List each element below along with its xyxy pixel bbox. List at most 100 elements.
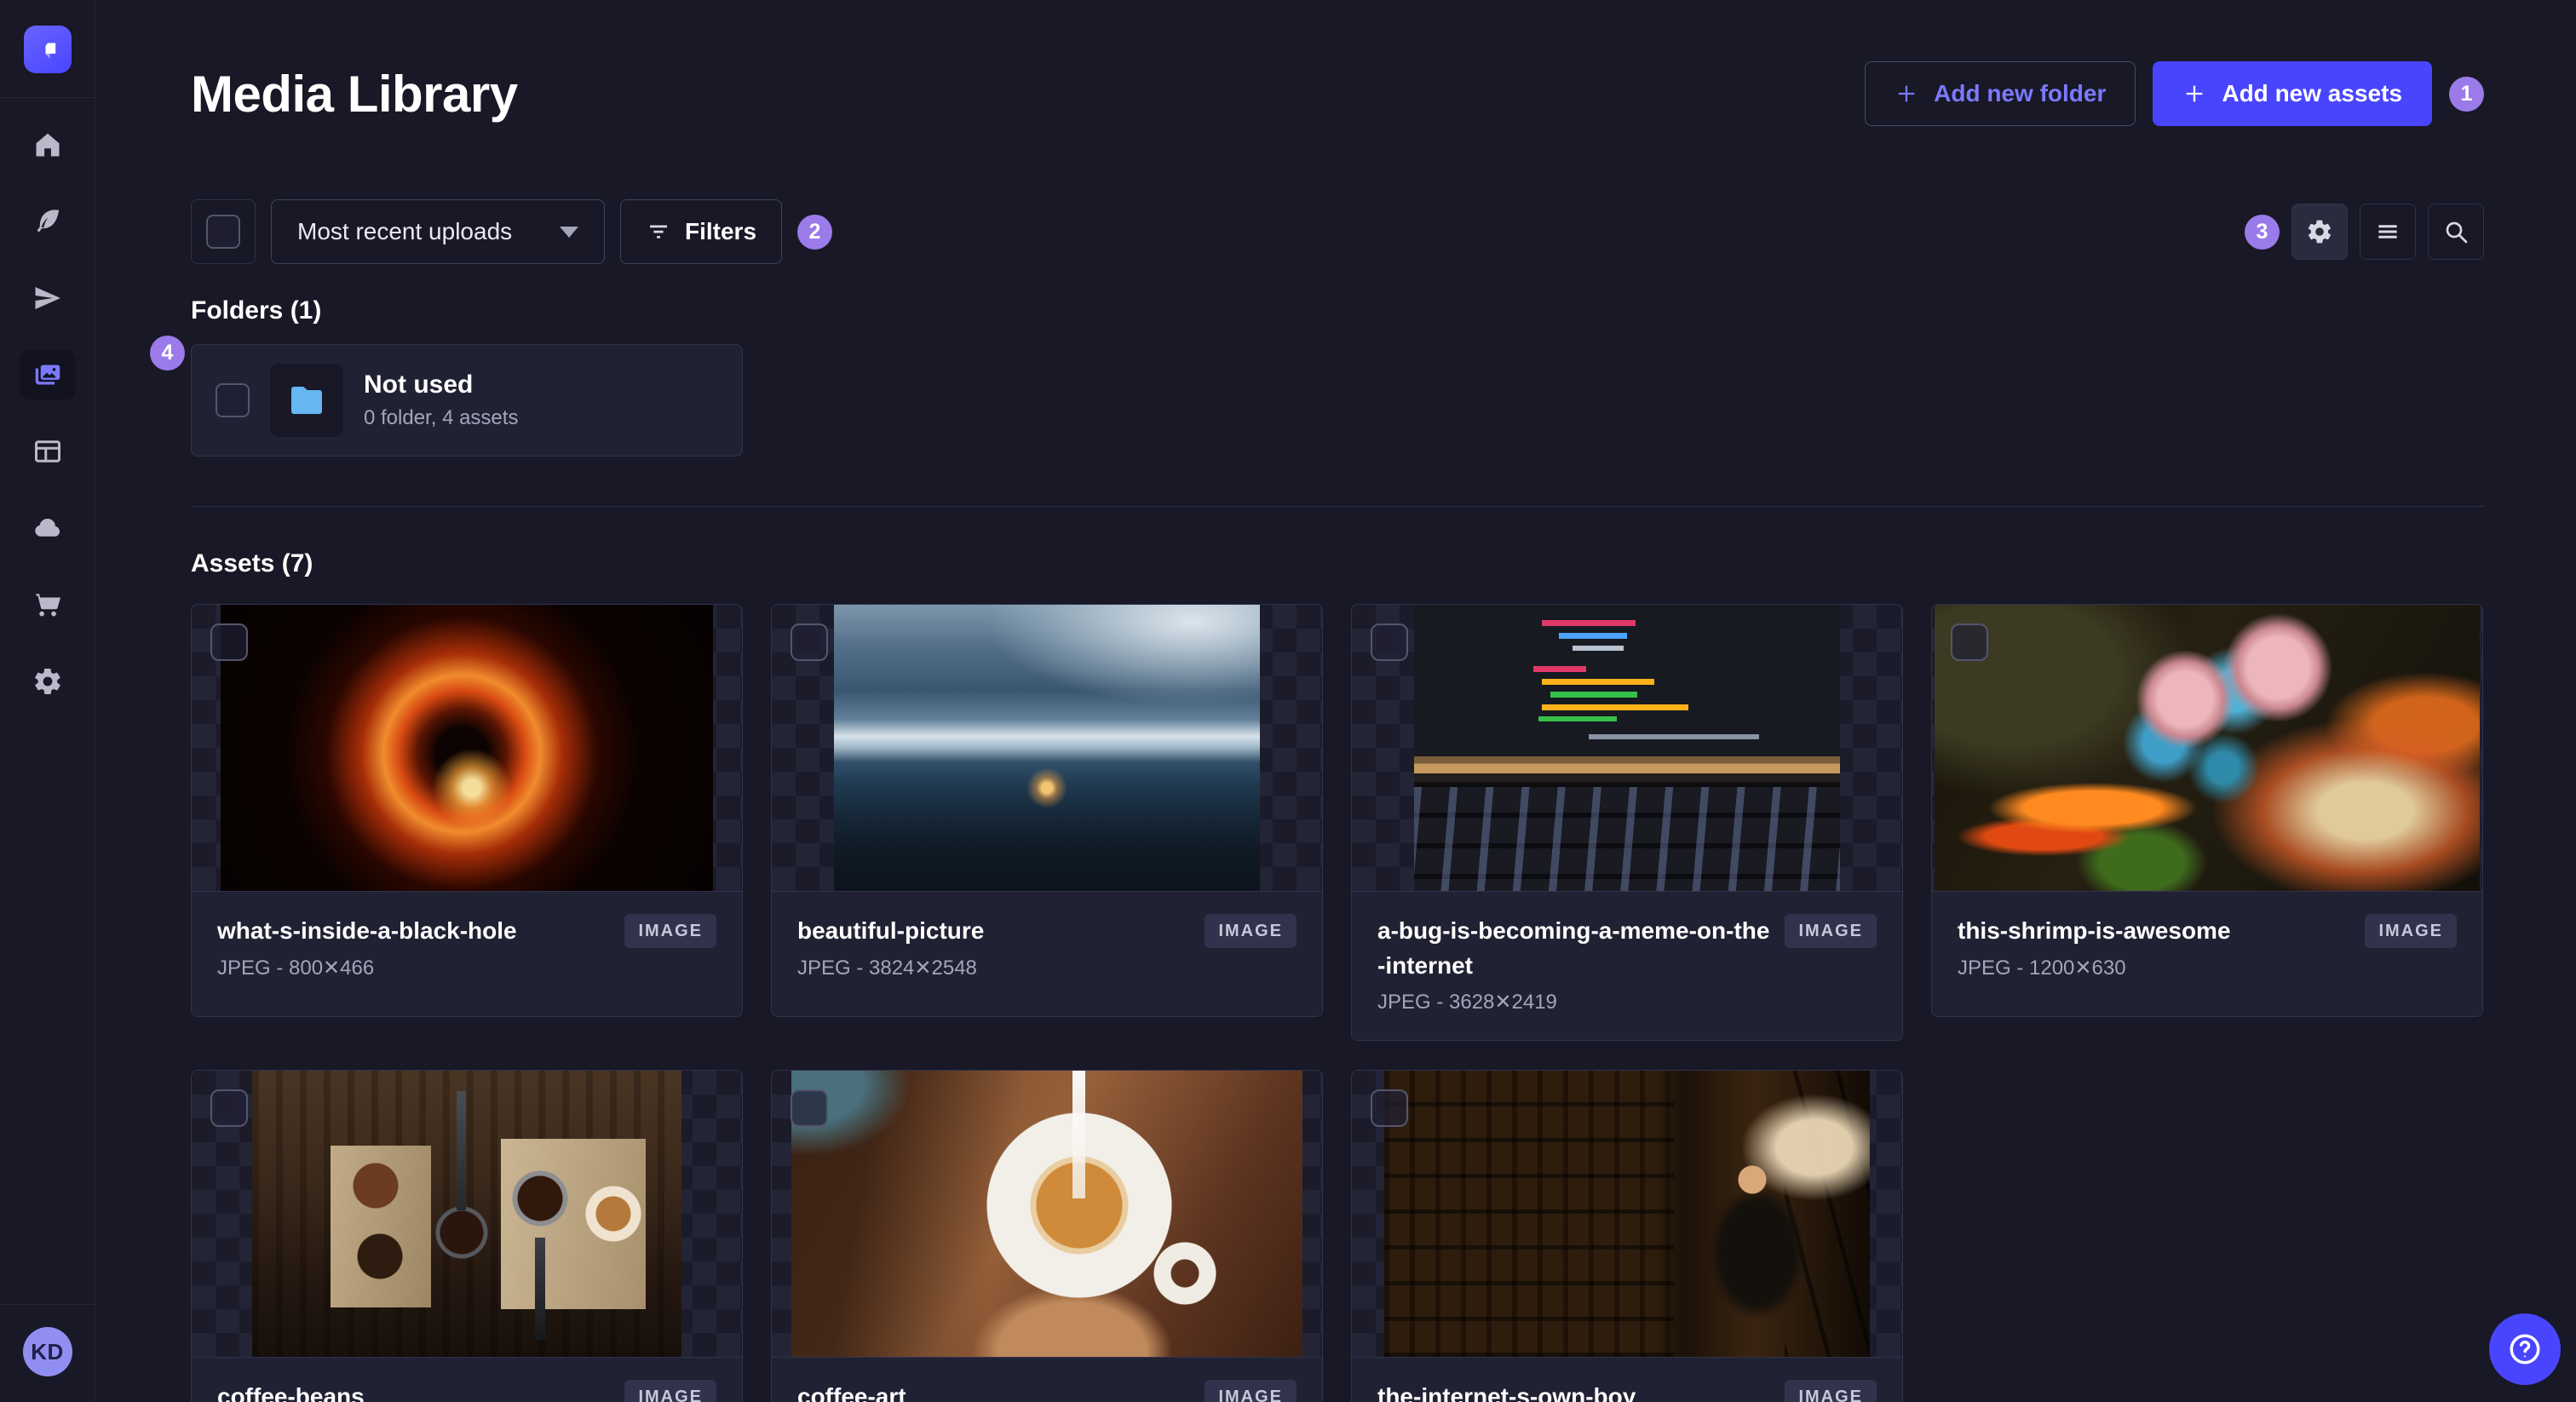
sidebar-item-settings[interactable] [20, 657, 76, 706]
asset-card-black-hole[interactable]: what-s-inside-a-black-hole JPEG - 800✕46… [191, 604, 743, 1017]
add-new-assets-button[interactable]: Add new assets [2153, 61, 2432, 126]
asset-thumbnail [1352, 1071, 1902, 1358]
sidebar-item-releases[interactable] [20, 273, 76, 323]
asset-checkbox[interactable] [791, 1089, 828, 1128]
asset-card-shrimp[interactable]: this-shrimp-is-awesome JPEG - 1200✕630 I… [1931, 604, 2483, 1017]
add-new-folder-label: Add new folder [1934, 80, 2107, 106]
asset-meta: JPEG - 3824✕2548 [797, 956, 977, 980]
list-view-button[interactable] [2360, 204, 2416, 260]
select-all-box[interactable] [191, 199, 256, 264]
sidebar-item-deploy[interactable] [20, 503, 76, 553]
folders-heading: Folders (1) [191, 296, 322, 325]
asset-thumbnail [192, 1071, 742, 1358]
asset-thumbnail [772, 605, 1322, 891]
sidebar: KD [0, 0, 95, 1402]
asset-checkbox[interactable] [1951, 623, 1988, 661]
filters-button[interactable]: Filters [620, 199, 782, 264]
asset-checkbox[interactable] [1371, 623, 1408, 661]
asset-type-badge: IMAGE [1205, 1380, 1297, 1402]
sort-dropdown[interactable]: Most recent uploads [271, 199, 605, 264]
folder-text: Not used 0 folder, 4 assets [364, 371, 518, 430]
asset-title: beautiful-picture [797, 917, 985, 944]
help-button[interactable] [2489, 1313, 2561, 1385]
asset-type-badge: IMAGE [1785, 1380, 1877, 1402]
cart-icon [32, 589, 63, 620]
asset-image-coffee-beans [252, 1071, 681, 1358]
gear-icon [2306, 218, 2333, 245]
page-header: Media Library Add new folder Add new ass… [191, 0, 2484, 126]
strapi-logo-icon[interactable] [23, 26, 72, 73]
asset-info: the-internet-s-own-boy JPEG - 1200✕707 I… [1352, 1357, 1902, 1402]
asset-meta: JPEG - 1200✕630 [1958, 956, 2126, 980]
asset-checkbox[interactable] [210, 1089, 248, 1128]
search-button[interactable] [2428, 204, 2484, 260]
assets-section: Assets (7) what-s-inside-a-black-hole JP… [191, 549, 2484, 1402]
asset-meta: JPEG - 3628✕2419 [1377, 991, 1557, 1014]
folder-icon [291, 387, 322, 414]
folder-card[interactable]: Not used 0 folder, 4 assets [191, 344, 743, 457]
sidebar-item-home[interactable] [20, 120, 76, 170]
avatar[interactable]: KD [22, 1327, 72, 1376]
asset-checkbox[interactable] [791, 623, 828, 661]
asset-checkbox[interactable] [210, 623, 248, 661]
gear-icon [32, 666, 63, 697]
tour-step-badge-4: 4 [150, 336, 185, 371]
sidebar-divider [0, 97, 95, 98]
asset-card-code[interactable]: a-bug-is-becoming-a-meme-on-the-internet… [1351, 604, 1903, 1042]
filters-label: Filters [684, 218, 757, 244]
asset-checkbox[interactable] [1371, 1089, 1408, 1128]
asset-image-library [1384, 1071, 1870, 1358]
asset-info: this-shrimp-is-awesome JPEG - 1200✕630 I… [1932, 891, 2482, 1016]
asset-info: coffee-beans JPEG - 5021✕3347 IMAGE [192, 1357, 742, 1402]
tour-step-badge-2: 2 [797, 214, 832, 250]
asset-info: a-bug-is-becoming-a-meme-on-the-internet… [1352, 891, 1902, 1041]
asset-image-mountains [834, 605, 1260, 891]
folder-name: Not used [364, 371, 474, 399]
select-all-checkbox[interactable] [206, 215, 240, 249]
section-divider [191, 506, 2484, 507]
sidebar-nav [0, 120, 95, 706]
asset-image-code [1414, 605, 1840, 891]
main-content: Media Library Add new folder Add new ass… [95, 0, 2576, 1402]
asset-meta: JPEG - 800✕466 [217, 956, 375, 980]
assets-heading: Assets (7) [191, 549, 313, 577]
asset-title: a-bug-is-becoming-a-meme-on-the-internet [1377, 917, 1770, 979]
asset-image-coffee-art [791, 1071, 1302, 1358]
filter-icon [649, 225, 667, 238]
asset-thumbnail [192, 605, 742, 891]
asset-info: beautiful-picture JPEG - 3824✕2548 IMAGE [772, 891, 1322, 1016]
asset-card-library[interactable]: the-internet-s-own-boy JPEG - 1200✕707 I… [1351, 1070, 1903, 1402]
sidebar-item-content-type-builder[interactable] [20, 427, 76, 476]
asset-type-badge: IMAGE [1785, 914, 1877, 948]
settings-button[interactable] [2291, 204, 2348, 260]
feather-icon [32, 206, 63, 237]
toolbar-right: 3 [2245, 204, 2484, 260]
sidebar-item-media-library[interactable] [19, 350, 76, 399]
asset-card-coffee-beans[interactable]: coffee-beans JPEG - 5021✕3347 IMAGE [191, 1070, 743, 1402]
header-actions: Add new folder Add new assets 1 [1865, 61, 2484, 126]
tour-step-badge-1: 1 [2449, 76, 2484, 112]
add-new-folder-button[interactable]: Add new folder [1865, 61, 2136, 126]
asset-card-coffee-art[interactable]: coffee-art JPEG - 5824✕3259 IMAGE [771, 1070, 1323, 1402]
tour-step-badge-3: 3 [2245, 214, 2280, 250]
sidebar-divider-bottom [0, 1304, 95, 1305]
cloud-icon [32, 513, 63, 543]
asset-image-black-hole [221, 605, 713, 891]
sidebar-item-content[interactable] [20, 197, 76, 246]
asset-card-mountains[interactable]: beautiful-picture JPEG - 3824✕2548 IMAGE [771, 604, 1323, 1017]
asset-title: coffee-art [797, 1383, 906, 1402]
list-icon [2374, 218, 2401, 245]
toolbar-left: Most recent uploads Filters 2 [191, 199, 832, 264]
sidebar-item-marketplace[interactable] [20, 580, 76, 629]
asset-thumbnail [1932, 605, 2482, 891]
folders-section: 4 Folders (1) Not used 0 folder, 4 asset… [150, 296, 2484, 457]
asset-title: what-s-inside-a-black-hole [217, 917, 517, 944]
asset-type-badge: IMAGE [624, 914, 716, 948]
asset-info: coffee-art JPEG - 5824✕3259 IMAGE [772, 1357, 1322, 1402]
folder-tile [270, 364, 343, 437]
folder-checkbox[interactable] [216, 383, 250, 417]
asset-grid: what-s-inside-a-black-hole JPEG - 800✕46… [191, 604, 2484, 1402]
toolbar: Most recent uploads Filters 2 3 [191, 199, 2484, 264]
asset-type-badge: IMAGE [1205, 914, 1297, 948]
search-icon [2442, 218, 2470, 245]
